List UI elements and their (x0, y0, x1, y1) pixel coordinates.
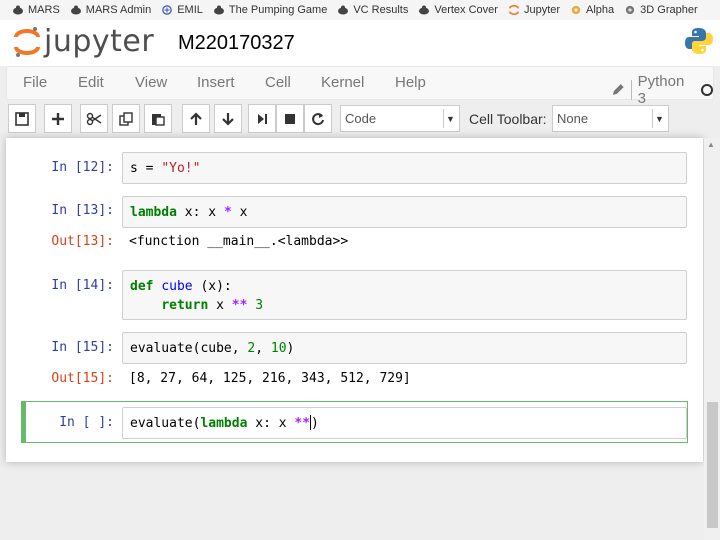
cell-output-prompt: Out[13]: (51, 234, 114, 249)
grapher-icon (626, 5, 635, 15)
menu-view[interactable]: View (135, 74, 167, 91)
bookmark-mars-admin[interactable]: MARS Admin (70, 4, 151, 16)
copy-icon (119, 111, 133, 126)
cell-input-prompt: In [15]: (51, 340, 114, 355)
refresh-icon (312, 112, 324, 125)
cell-toolbar-select[interactable]: None ▼ (552, 105, 669, 132)
jupyter-header: jupyter M220170327 (0, 20, 720, 66)
bookmark-pumping-game[interactable]: The Pumping Game (213, 4, 327, 16)
cell-output: [8, 27, 64, 125, 216, 343, 512, 729] (129, 371, 411, 386)
active-code-cell-input[interactable]: evaluate(lambda x: x **) (122, 407, 687, 439)
code-cell-input[interactable]: s = "Yo!" (122, 152, 687, 184)
jupyter-logo-text: jupyter (44, 24, 155, 59)
move-up-button[interactable] (182, 104, 210, 133)
bookmark-icon (70, 5, 81, 15)
bookmark-icon (419, 5, 430, 15)
code-cell-input[interactable]: evaluate(cube, 2, 10) (122, 332, 687, 364)
kernel-separator (630, 80, 632, 100)
menu-insert[interactable]: Insert (197, 74, 235, 91)
text-cursor (310, 415, 312, 430)
chevron-down-icon: ▼ (652, 109, 666, 128)
cell-input-prompt: In [13]: (51, 203, 114, 218)
python-logo-icon (685, 28, 713, 54)
jupyter-logo-icon (14, 26, 40, 57)
bookmark-vertex-cover[interactable]: Vertex Cover (418, 4, 498, 16)
bookmark-icon (338, 5, 349, 15)
menubar: File Edit View Insert Cell Kernel Help P… (6, 66, 714, 107)
notebook-name[interactable]: M220170327 (178, 32, 295, 55)
code-cell-input[interactable]: def cube (x): return x ** 3 (122, 270, 687, 320)
plus-icon (52, 112, 64, 125)
bookmarks-bar: MARS MARS Admin EMIL The Pumping Game VC… (0, 0, 720, 20)
scroll-up-arrow-icon[interactable]: ▲ (707, 140, 715, 149)
code-cell-input[interactable]: lambda x: x * x (122, 196, 687, 228)
bookmark-vc-results[interactable]: VC Results (337, 4, 408, 16)
interrupt-button[interactable] (276, 104, 304, 133)
cell-type-select[interactable]: Code ▼ (340, 105, 460, 132)
bookmark-icon (213, 5, 224, 15)
scrollbar-thumb[interactable] (707, 402, 718, 528)
cell-output-prompt: Out[15]: (51, 371, 114, 386)
cell-input-prompt: In [ ]: (59, 415, 114, 430)
menu-edit[interactable]: Edit (78, 74, 104, 91)
notebook-site: In [12]: s = "Yo!" In [13]: lambda x: x … (0, 138, 720, 540)
pencil-icon[interactable] (611, 83, 625, 97)
jupyter-logo[interactable]: jupyter (14, 24, 154, 59)
kernel-status-icon (701, 84, 713, 96)
cell-input-prompt: In [14]: (51, 278, 114, 293)
menu-kernel[interactable]: Kernel (321, 74, 364, 91)
alpha-icon (571, 5, 581, 15)
cell-type-value: Code (345, 111, 377, 126)
bookmark-emil[interactable]: EMIL (161, 4, 203, 16)
cell-output: <function __main__.<lambda>> (129, 234, 349, 249)
cut-icon (86, 112, 102, 125)
bookmark-3d-grapher[interactable]: 3D Grapher (624, 4, 698, 16)
jupyter-icon (508, 5, 519, 15)
chevron-down-icon: ▼ (443, 109, 457, 128)
restart-button[interactable] (304, 104, 332, 133)
arrow-down-icon (222, 112, 234, 126)
menu-help[interactable]: Help (395, 74, 426, 91)
notebook-container: In [12]: s = "Yo!" In [13]: lambda x: x … (6, 138, 703, 462)
move-down-button[interactable] (214, 104, 242, 133)
cell-toolbar-value: None (557, 111, 589, 126)
toolbar: Code ▼ Cell Toolbar: None ▼ (6, 102, 714, 136)
bookmark-jupyter[interactable]: Jupyter (508, 4, 560, 16)
cell-toolbar-label: Cell Toolbar: (469, 111, 547, 127)
save-icon (15, 111, 29, 126)
scrollbar[interactable]: ▲ (704, 138, 720, 540)
menu-cell[interactable]: Cell (265, 74, 291, 91)
bookmark-icon (13, 5, 23, 15)
cell-input-prompt: In [12]: (51, 160, 114, 175)
paste-icon (152, 113, 165, 126)
emil-icon (162, 5, 172, 15)
run-button[interactable] (248, 104, 276, 133)
save-button[interactable] (8, 104, 36, 133)
stop-icon (285, 113, 295, 124)
insert-cell-button[interactable] (44, 104, 72, 133)
bookmark-mars[interactable]: MARS (12, 4, 60, 16)
bookmark-alpha[interactable]: Alpha (570, 4, 614, 16)
arrow-up-icon (190, 111, 202, 125)
cut-button[interactable] (80, 104, 108, 133)
step-forward-icon (258, 113, 267, 124)
copy-button[interactable] (112, 104, 140, 133)
menu-file[interactable]: File (23, 74, 47, 91)
paste-button[interactable] (144, 104, 172, 133)
